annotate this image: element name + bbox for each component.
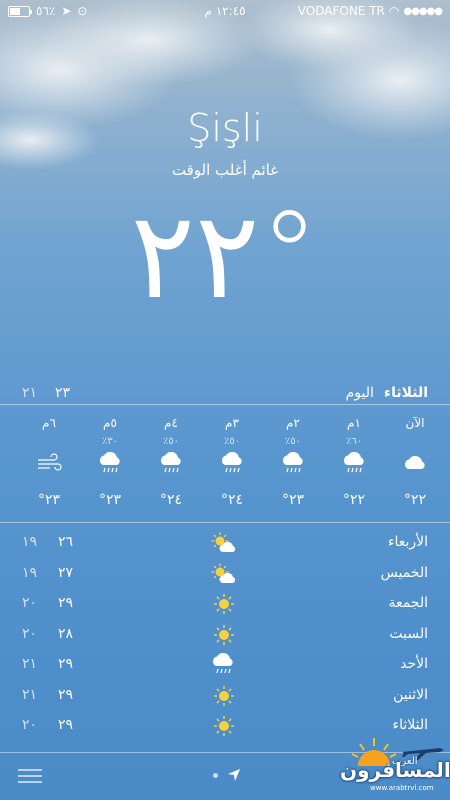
rain-cloud-icon	[280, 451, 306, 474]
signal-dots: ●●●●●	[403, 5, 443, 17]
day-name: الأربعاء	[387, 534, 428, 550]
hour-time: ٦م	[42, 416, 56, 430]
current-location-icon[interactable]	[227, 768, 241, 782]
hour-temperature: ٢٤°	[220, 492, 244, 508]
hour-temperature: ٢٢°	[342, 492, 366, 508]
day-high: ٢٩	[58, 656, 74, 672]
day-high: ٢٩	[58, 686, 74, 703]
precipitation-chance: ٣٠٪	[101, 436, 119, 447]
day-low: ٢٠	[22, 717, 38, 733]
sun-icon	[210, 714, 238, 738]
sun-icon	[210, 684, 238, 708]
today-label: اليوم	[345, 385, 374, 401]
hourly-forecast[interactable]: الآن ٢٢° ١م ٦٠٪ ٢٢° ٢م ٥٠٪ ٢٣° ٣م ٥٠٪ ٢٤° ٤م ٥٠٪ ٢٤° ٥…	[0, 410, 450, 520]
hourly-item: ٦م ٢٣°	[24, 410, 74, 520]
rain-cloud-icon	[97, 451, 123, 474]
daily-row: الثلاثاء ٢٩ ٢٠	[0, 711, 450, 742]
day-name: السبت	[389, 625, 428, 642]
day-name: الاثنين	[393, 686, 428, 703]
carrier-name: VODAFONE TR	[297, 4, 385, 18]
status-bar: ٥٦٪ ➤ ⊙ ١٢:٤٥ م VODAFONE TR ◠ ●●●●●	[0, 0, 450, 24]
today-summary: الثلاثاء اليوم ٢١ ٢٣	[0, 380, 450, 406]
daily-row: الجمعة ٢٩ ٢٠	[0, 589, 450, 620]
page-indicator-dot	[213, 773, 218, 778]
hourly-item: ٤م ٥٠٪ ٢٤°	[146, 410, 196, 520]
hour-time: ١م	[347, 416, 361, 430]
logo-text: المسافرون	[340, 758, 450, 782]
daily-row: السبت ٢٨ ٢٠	[0, 620, 450, 651]
day-high: ٢٩	[58, 595, 74, 611]
daily-forecast: الأربعاء ٢٦ ١٩ الخميس ٢٧ ١٩ الجمعة ٢٩ ٢٠ السبت ٢٨ ٢…	[0, 528, 450, 742]
hour-time: ٣م	[225, 416, 239, 430]
hour-temperature: ٢٣°	[281, 492, 305, 508]
list-icon[interactable]	[18, 768, 42, 784]
day-name: الأحد	[400, 656, 428, 672]
rain-cloud-icon	[158, 451, 184, 474]
day-low: ١٩	[22, 564, 38, 581]
sun-icon	[210, 623, 238, 647]
hourly-item: ١م ٦٠٪ ٢٢°	[329, 410, 379, 520]
rain-cloud-icon	[219, 451, 245, 474]
day-high: ٢٧	[58, 564, 74, 581]
hour-temperature: ٢٣°	[98, 492, 122, 508]
precipitation-chance: ٥٠٪	[223, 436, 241, 447]
day-name: الجمعة	[388, 595, 428, 611]
day-name: الخميس	[380, 564, 428, 581]
rain-cloud-icon	[341, 451, 367, 474]
partly-cloudy-icon	[210, 531, 238, 555]
daily-row: الاثنين ٢٩ ٢١	[0, 681, 450, 712]
status-right: VODAFONE TR ◠ ●●●●●	[297, 4, 443, 18]
hourly-item: ٣م ٥٠٪ ٢٤°	[207, 410, 257, 520]
hourly-item: الآن ٢٢°	[390, 410, 440, 520]
day-name: الثلاثاء	[392, 717, 428, 733]
day-low: ٢١	[22, 656, 38, 672]
day-low: ٢١	[22, 686, 38, 703]
precipitation-chance: ٦٠٪	[345, 436, 363, 447]
wifi-icon: ◠	[388, 4, 400, 18]
today-high: ٢٣	[55, 385, 71, 401]
logo-url: www.arabtrvl.com	[370, 784, 434, 792]
hourly-item: ٢م ٥٠٪ ٢٣°	[268, 410, 318, 520]
hour-temperature: ٢٣°	[37, 492, 61, 508]
hour-time: الآن	[405, 416, 425, 430]
day-high: ٢٦	[58, 534, 74, 550]
day-high: ٢٩	[58, 717, 74, 733]
weather-condition: غائم أغلب الوقت	[171, 161, 279, 179]
precipitation-chance: ٥٠٪	[284, 436, 302, 447]
hour-time: ٤م	[164, 416, 178, 430]
divider	[0, 522, 450, 523]
day-low: ٢٠	[22, 595, 38, 611]
day-high: ٢٨	[58, 625, 74, 642]
daily-row: الأحد ٢٩ ٢١	[0, 650, 450, 681]
hourly-item: ٥م ٣٠٪ ٢٣°	[85, 410, 135, 520]
city-name: Şişli	[187, 106, 263, 150]
daily-row: الأربعاء ٢٦ ١٩	[0, 528, 450, 559]
wind-icon	[36, 452, 62, 474]
hour-temperature: ٢٢°	[403, 492, 427, 508]
hour-temperature: ٢٤°	[159, 492, 183, 508]
sun-icon	[210, 592, 238, 616]
current-temperature: ٢٢°	[130, 187, 320, 326]
today-low: ٢١	[22, 385, 38, 401]
hour-time: ٢م	[286, 416, 300, 430]
cloud-icon	[402, 452, 428, 474]
rain-cloud-icon	[210, 652, 238, 677]
day-low: ٢٠	[22, 625, 38, 642]
watermark-logo: العرب المسافرون www.arabtrvl.com	[340, 738, 450, 798]
precipitation-chance: ٥٠٪	[162, 436, 180, 447]
daily-row: الخميس ٢٧ ١٩	[0, 559, 450, 590]
partly-cloudy-icon	[210, 562, 238, 586]
hour-time: ٥م	[103, 416, 117, 430]
day-low: ١٩	[22, 534, 38, 550]
today-day: الثلاثاء	[383, 385, 428, 401]
